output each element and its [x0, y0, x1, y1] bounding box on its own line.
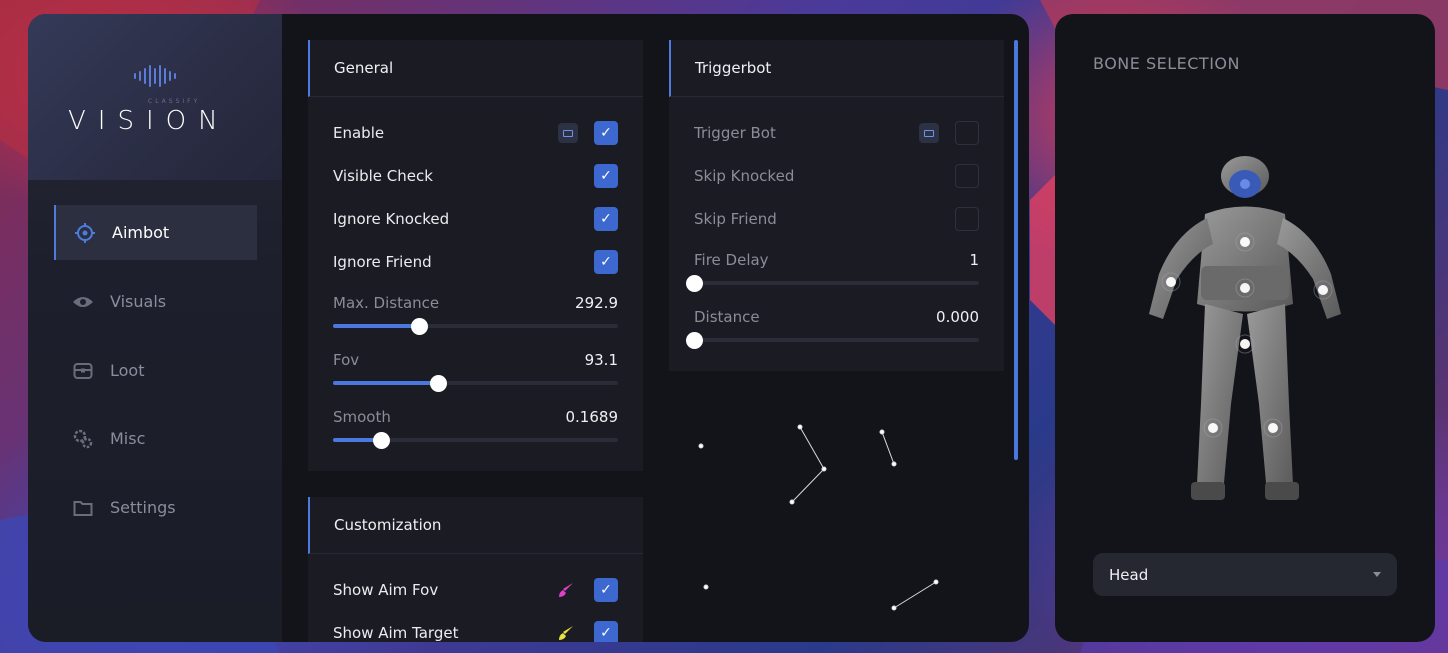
skip-friend-checkbox[interactable] [955, 207, 979, 231]
ignore-knocked-checkbox[interactable]: ✓ [594, 207, 618, 231]
skip-friend-row: Skip Friend [694, 207, 979, 231]
fire-delay-slider: Fire Delay 1 [686, 251, 979, 297]
smooth-label: Smooth [333, 408, 391, 426]
scrollbar[interactable] [1014, 40, 1018, 460]
keybind-icon[interactable] [558, 123, 578, 143]
sidebar-item-label: Aimbot [112, 223, 170, 242]
skip-knocked-label: Skip Knocked [694, 167, 795, 185]
skip-friend-label: Skip Friend [694, 210, 777, 228]
sidebar-item-loot[interactable]: Loot [54, 343, 257, 398]
skip-knocked-row: Skip Knocked [694, 164, 979, 188]
max-distance-knob[interactable] [410, 318, 428, 335]
sidebar-item-label: Visuals [110, 292, 167, 311]
trigger-bot-checkbox[interactable] [955, 121, 979, 145]
trigger-bot-row: Trigger Bot [694, 121, 979, 145]
fov-knob[interactable] [430, 375, 448, 392]
content-area: General Enable ✓ Visible Check ✓ Ignore … [282, 14, 1029, 642]
brush-icon[interactable] [556, 580, 576, 600]
enable-label: Enable [333, 124, 385, 142]
smooth-value: 0.1689 [565, 408, 619, 426]
bone-selection-panel: BONE SELECTION Head [1055, 14, 1435, 642]
brush-icon[interactable] [556, 623, 576, 642]
constellation-decoration [698, 424, 939, 611]
max-distance-label: Max. Distance [333, 294, 440, 312]
visible-check-checkbox[interactable]: ✓ [594, 164, 618, 188]
max-distance-track[interactable] [333, 318, 618, 335]
distance-slider: Distance 0.000 [686, 308, 979, 354]
sidebar: CLASSIFY VISION Aimbot Visuals Loot Misc… [28, 14, 282, 642]
bone-select-dropdown[interactable]: Head [1093, 553, 1397, 596]
visible-check-label: Visible Check [333, 167, 433, 185]
smooth-knob[interactable] [373, 432, 391, 449]
fov-slider: Fov 93.1 [333, 351, 618, 397]
general-card-title: General [308, 40, 643, 97]
sidebar-item-settings[interactable]: Settings [54, 480, 257, 535]
ignore-knocked-label: Ignore Knocked [333, 210, 450, 228]
sidebar-item-misc[interactable]: Misc [54, 411, 257, 466]
max-distance-fill [333, 324, 419, 328]
fire-delay-knob[interactable] [686, 275, 703, 292]
bone-select-value: Head [1109, 565, 1149, 584]
sidebar-item-label: Loot [110, 361, 145, 380]
fov-track[interactable] [333, 375, 618, 392]
trigger-bot-label: Trigger Bot [694, 124, 776, 142]
sidebar-item-aimbot[interactable]: Aimbot [54, 205, 257, 260]
distance-knob[interactable] [686, 332, 703, 349]
ignore-friend-label: Ignore Friend [333, 253, 432, 271]
triggerbot-card: Triggerbot Trigger Bot Skip Knocked Skip… [669, 40, 1004, 371]
sidebar-item-label: Settings [110, 498, 176, 517]
visible-check-row: Visible Check ✓ [333, 164, 618, 188]
fire-delay-value: 1 [969, 251, 979, 269]
fire-delay-track[interactable] [686, 275, 979, 292]
distance-label: Distance [694, 308, 760, 326]
chevron-down-icon [1373, 572, 1381, 577]
sidebar-item-visuals[interactable]: Visuals [54, 274, 257, 329]
gears-icon [72, 428, 94, 450]
soldier-figure [1135, 154, 1355, 514]
sidebar-item-label: Misc [110, 429, 146, 448]
triggerbot-card-title: Triggerbot [669, 40, 1004, 97]
general-card: General Enable ✓ Visible Check ✓ Ignore … [308, 40, 643, 471]
show-aim-target-checkbox[interactable]: ✓ [594, 621, 618, 642]
soldier-figure-image [1149, 156, 1341, 500]
logo-wave-icon [124, 64, 186, 88]
main-panel: CLASSIFY VISION Aimbot Visuals Loot Misc… [28, 14, 1029, 642]
customization-card-title: Customization [308, 497, 643, 554]
fire-delay-label: Fire Delay [694, 251, 769, 269]
max-distance-value: 292.9 [575, 294, 618, 312]
fov-label: Fov [333, 351, 360, 369]
customization-card: Customization Show Aim Fov ✓ Show Aim Ta… [308, 497, 643, 642]
distance-value: 0.000 [936, 308, 979, 326]
enable-checkbox[interactable]: ✓ [594, 121, 618, 145]
logo-subtitle: CLASSIFY [148, 98, 201, 105]
ignore-friend-checkbox[interactable]: ✓ [594, 250, 618, 274]
show-aim-target-label: Show Aim Target [333, 624, 459, 642]
show-aim-fov-row: Show Aim Fov ✓ [333, 578, 618, 602]
logo: CLASSIFY VISION [28, 14, 282, 180]
eye-icon [72, 291, 94, 313]
skip-knocked-checkbox[interactable] [955, 164, 979, 188]
keybind-icon[interactable] [919, 123, 939, 143]
enable-row: Enable ✓ [333, 121, 618, 145]
show-aim-fov-checkbox[interactable]: ✓ [594, 578, 618, 602]
max-distance-slider: Max. Distance 292.9 [333, 294, 618, 340]
fov-fill [333, 381, 439, 385]
distance-track[interactable] [686, 332, 979, 349]
show-aim-target-row: Show Aim Target ✓ [333, 621, 618, 642]
smooth-slider: Smooth 0.1689 [333, 408, 618, 454]
ignore-knocked-row: Ignore Knocked ✓ [333, 207, 618, 231]
crosshair-icon [74, 222, 96, 244]
show-aim-fov-label: Show Aim Fov [333, 581, 439, 599]
chest-icon [72, 360, 94, 382]
folder-icon [72, 497, 94, 519]
ignore-friend-row: Ignore Friend ✓ [333, 250, 618, 274]
bone-selection-title: BONE SELECTION [1093, 54, 1240, 73]
logo-title: VISION [68, 106, 230, 136]
smooth-track[interactable] [333, 432, 618, 449]
fov-value: 93.1 [584, 351, 618, 369]
